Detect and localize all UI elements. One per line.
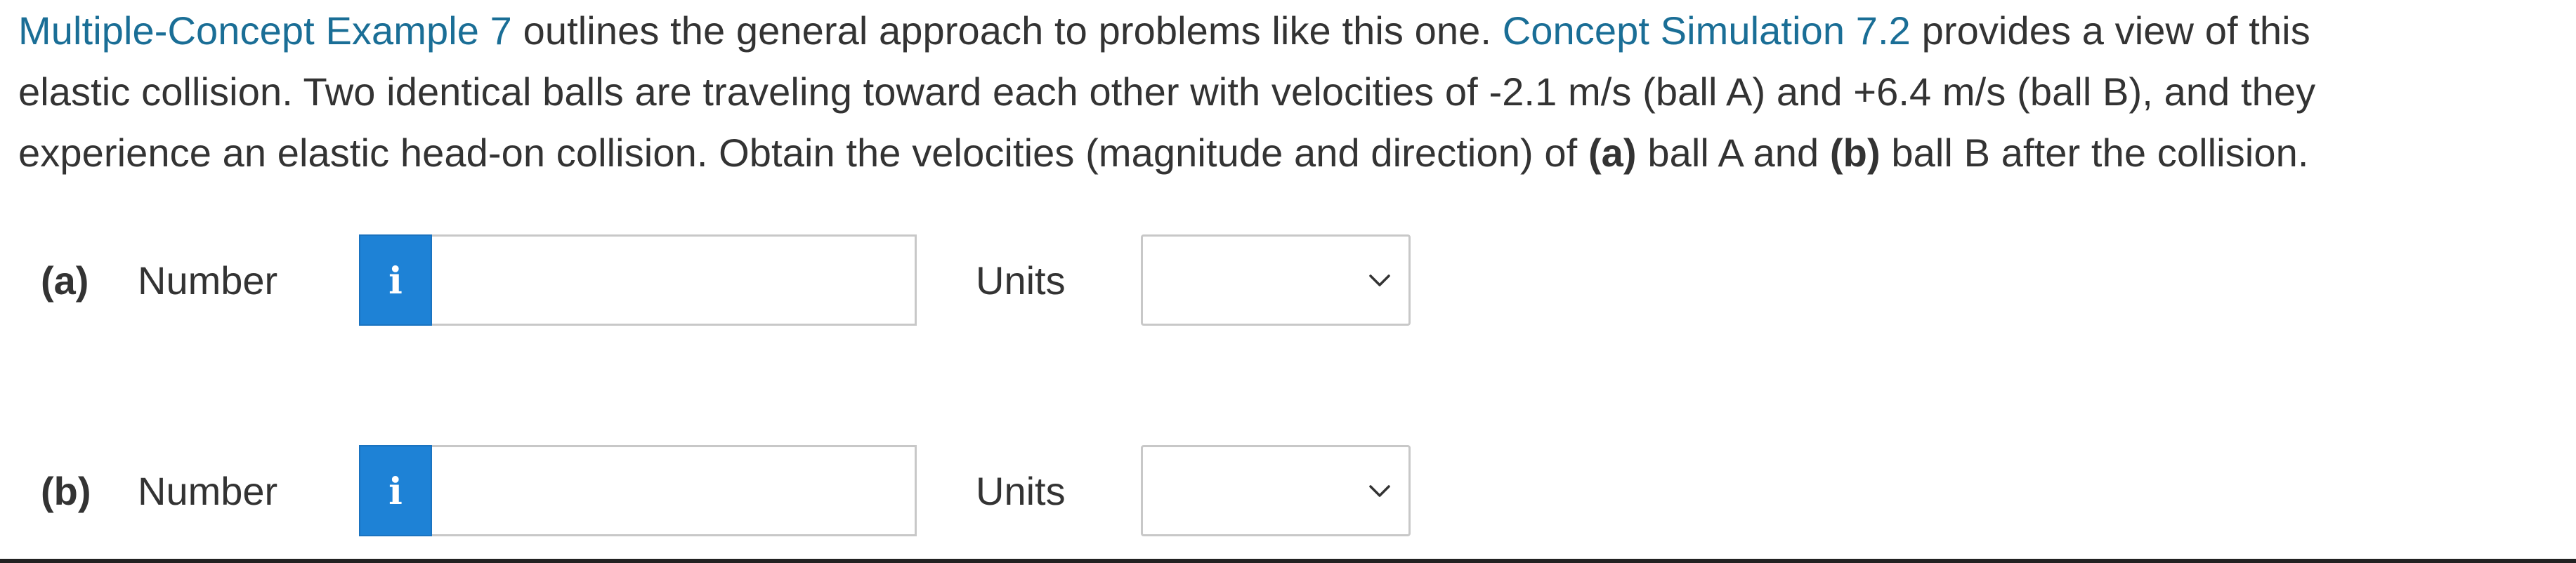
number-label: Number — [138, 469, 278, 513]
units-select-b[interactable] — [1141, 445, 1411, 536]
chevron-down-icon — [1369, 485, 1390, 497]
problem-text: provides a view of this — [1910, 8, 2310, 53]
info-icon[interactable]: i — [359, 234, 432, 326]
problem-statement: Multiple-Concept Example 7 outlines the … — [18, 0, 2568, 183]
info-icon[interactable]: i — [359, 445, 432, 536]
number-label: Number — [138, 258, 278, 303]
problem-text: ball B after the collision. — [1880, 131, 2309, 175]
bottom-divider — [0, 559, 2576, 563]
number-input-a[interactable] — [432, 234, 917, 326]
answer-row-b: (b) Number i Units — [0, 444, 2576, 539]
problem-text: ball A and — [1636, 131, 1830, 175]
units-label: Units — [976, 469, 1066, 513]
problem-line-1: Multiple-Concept Example 7 outlines the … — [18, 0, 2568, 61]
part-a-reference: (a) — [1588, 131, 1637, 175]
multiple-concept-example-link[interactable]: Multiple-Concept Example 7 — [18, 8, 512, 53]
chevron-down-icon — [1369, 274, 1390, 286]
units-select-a[interactable] — [1141, 234, 1411, 326]
part-label: (a) — [41, 258, 89, 303]
problem-text: outlines the general approach to problem… — [511, 8, 1503, 53]
answer-row-a: (a) Number i Units — [0, 233, 2576, 329]
number-input-b[interactable] — [432, 445, 917, 536]
units-label: Units — [976, 258, 1066, 303]
problem-line-3: experience an elastic head-on collision.… — [18, 122, 2568, 183]
part-b-reference: (b) — [1829, 131, 1881, 175]
concept-simulation-link[interactable]: Concept Simulation 7.2 — [1503, 8, 1911, 53]
problem-line-2: elastic collision. Two identical balls a… — [18, 69, 2316, 114]
problem-text: experience an elastic head-on collision.… — [18, 131, 1588, 175]
part-label: (b) — [41, 469, 91, 513]
